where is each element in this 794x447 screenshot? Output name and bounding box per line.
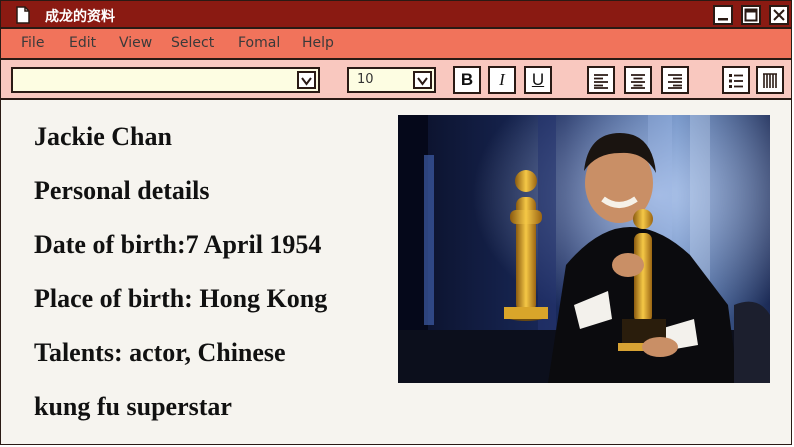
- bullet-list-button[interactable]: [722, 66, 750, 94]
- columns-button[interactable]: [756, 66, 784, 94]
- window-title: 成龙的资料: [45, 9, 115, 25]
- chevron-down-icon: [301, 77, 312, 86]
- minimize-icon: [718, 18, 728, 21]
- size-dropdown-button[interactable]: [413, 71, 432, 89]
- personal-details-heading: Personal details: [34, 176, 210, 205]
- menu-select[interactable]: Select: [171, 35, 214, 51]
- menu-help[interactable]: Help: [302, 35, 334, 51]
- menu-view[interactable]: View: [119, 35, 152, 51]
- bold-button[interactable]: B: [453, 66, 481, 94]
- bullet-list-icon: [729, 74, 743, 88]
- photo-jackie-chan: [398, 115, 770, 383]
- close-button[interactable]: [769, 5, 789, 25]
- align-center-button[interactable]: [624, 66, 652, 94]
- menu-format[interactable]: Fomal: [238, 35, 280, 51]
- font-dropdown-button[interactable]: [297, 71, 316, 89]
- document-area[interactable]: Jackie Chan Personal details Date of bir…: [1, 100, 791, 444]
- align-center-icon: [631, 74, 645, 89]
- align-left-icon: [594, 74, 608, 89]
- date-of-birth-line: Date of birth:7 April 1954: [34, 230, 322, 259]
- underline-button[interactable]: U: [524, 66, 552, 94]
- document-icon: [15, 6, 31, 24]
- font-size-select[interactable]: 10: [347, 67, 436, 93]
- columns-icon: [763, 73, 777, 88]
- close-icon: [773, 9, 785, 21]
- formatting-toolbar: 10 B I U: [1, 60, 791, 100]
- maximize-button[interactable]: [741, 5, 761, 25]
- talents-line-continued: kung fu superstar: [34, 392, 232, 421]
- menu-edit[interactable]: Edit: [69, 35, 96, 51]
- align-right-icon: [668, 74, 682, 89]
- menu-bar: File Edit View Select Fomal Help: [1, 29, 791, 60]
- italic-button[interactable]: I: [488, 66, 516, 94]
- align-left-button[interactable]: [587, 66, 615, 94]
- minimize-button[interactable]: [713, 5, 733, 25]
- talents-line: Talents: actor, Chinese: [34, 338, 286, 367]
- title-bar[interactable]: 成龙的资料: [1, 1, 791, 29]
- menu-file[interactable]: File: [21, 35, 44, 51]
- name-heading: Jackie Chan: [34, 122, 172, 151]
- font-size-value: 10: [357, 72, 374, 87]
- photo-illustration: [398, 115, 770, 383]
- maximize-icon: [744, 8, 758, 22]
- place-of-birth-line: Place of birth: Hong Kong: [34, 284, 328, 313]
- font-family-select[interactable]: [11, 67, 320, 93]
- chevron-down-icon: [417, 77, 428, 86]
- app-window: 成龙的资料 File Edit View Select Fomal Help 1…: [0, 0, 792, 445]
- align-right-button[interactable]: [661, 66, 689, 94]
